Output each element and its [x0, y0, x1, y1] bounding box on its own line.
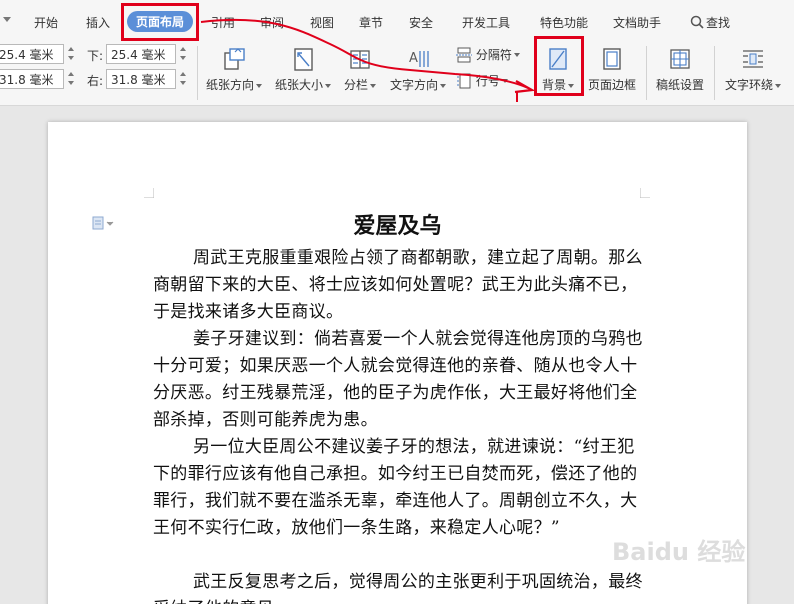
document-paragraph: 武王反复思考之后，觉得周公的主张更利于巩固统治，最终采纳了他的意见。: [153, 569, 643, 604]
annotation-arrow: [200, 18, 536, 102]
document-paragraph: 另一位大臣周公不建议姜子牙的想法，就进谏说：“纣王犯下的罪行应该有他自己承担。如…: [153, 434, 643, 542]
paragraph-text: 周武王克服重重艰险占领了商都朝歌，建立起了周朝。那么商朝留下来的大臣、将士应该如…: [153, 248, 643, 322]
document-paragraph: 姜子牙建议到：倘若喜爱一个人就会觉得连他房顶的乌鸦也十分可爱；如果厌恶一个人就会…: [153, 326, 643, 434]
document-paragraph: 周武王克服重重艰险占领了商都朝歌，建立起了周朝。那么商朝留下来的大臣、将士应该如…: [153, 245, 643, 326]
document-title: 爱屋及乌: [353, 213, 442, 239]
paragraph-text: 另一位大臣周公不建议姜子牙的想法，就进谏说：“纣王犯下的罪行应该有他自己承担。如…: [153, 437, 638, 538]
paragraph-text: 武王反复思考之后，觉得周公的主张更利于巩固统治，最终采纳了他的意见。: [153, 572, 643, 604]
margin-corner-mark: [640, 188, 650, 198]
paragraph-text: 姜子牙建议到：倘若喜爱一个人就会觉得连他房顶的乌鸦也十分可爱；如果厌恶一个人就会…: [153, 329, 643, 430]
margin-corner-mark: [144, 188, 154, 198]
watermark: Baidu 经验: [612, 538, 746, 566]
